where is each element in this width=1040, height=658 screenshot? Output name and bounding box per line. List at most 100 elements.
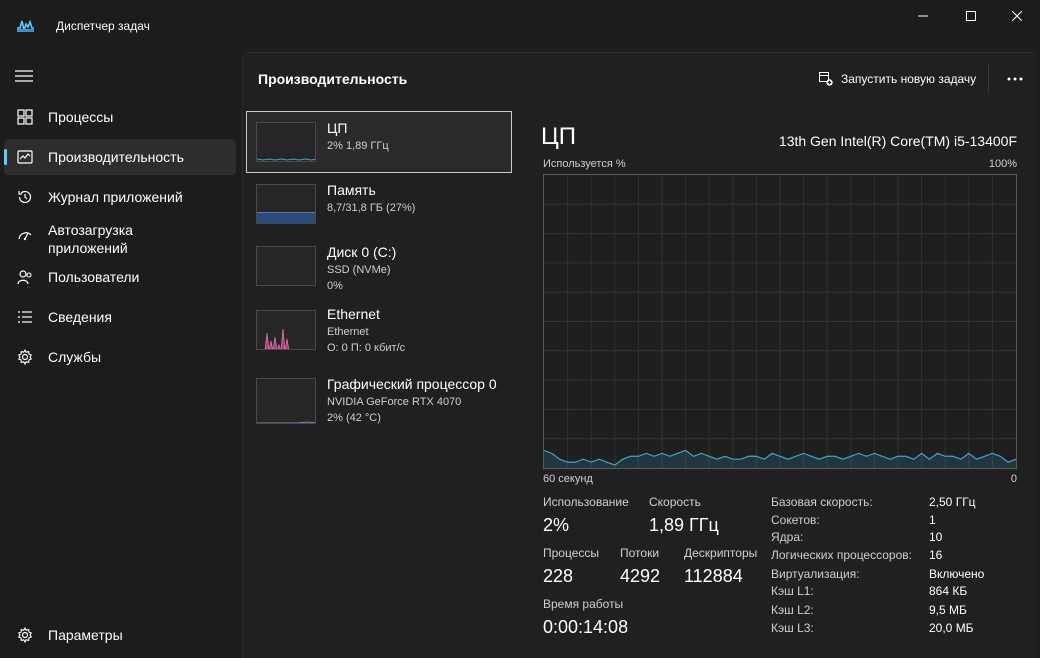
sidebar-item-users[interactable]: Пользователи [4, 259, 236, 295]
close-button[interactable] [994, 0, 1040, 32]
memory-thumbnail-graph [256, 184, 316, 224]
resource-subtitle-2: 2% (42 °C) [327, 412, 381, 424]
new-task-icon [819, 72, 833, 86]
resource-subtitle: 2% 1,89 ГГц [327, 140, 389, 152]
sidebar-item-settings[interactable]: Параметры [4, 617, 236, 653]
resource-cpu[interactable]: ЦП 2% 1,89 ГГц [246, 111, 512, 173]
processes-icon [17, 109, 33, 125]
more-dots-icon [1007, 77, 1023, 81]
spec-value: 16 [929, 548, 943, 562]
speed-value: 1,89 ГГц [649, 515, 719, 535]
maximize-button[interactable] [948, 0, 994, 32]
resource-name: Память [327, 182, 376, 198]
disk-thumbnail-graph [256, 246, 316, 286]
page-title: Производительность [258, 71, 408, 87]
more-options-button[interactable] [1000, 67, 1030, 91]
resource-memory[interactable]: Память 8,7/31,8 ГБ (27%) [246, 173, 512, 235]
hamburger-menu-icon[interactable] [15, 70, 33, 82]
spec-key: Базовая скорость: [771, 495, 873, 509]
cpu-model: 13th Gen Intel(R) Core(TM) i5-13400F [778, 133, 1017, 149]
history-icon [17, 189, 33, 205]
spec-value: Включено [929, 567, 985, 581]
sidebar-item-label: Автозагрузка приложений [48, 222, 133, 256]
app-title: Диспетчер задач [56, 19, 150, 33]
sidebar-item-label: Параметры [48, 627, 123, 643]
sidebar-item-app-history[interactable]: Журнал приложений [4, 179, 236, 215]
usage-value: 2% [543, 515, 570, 535]
resource-name: Диск 0 (C:) [327, 244, 397, 260]
users-icon [17, 269, 33, 285]
run-new-task-label: Запустить новую задачу [841, 72, 977, 86]
spec-value: 864 КБ [929, 584, 968, 598]
sidebar: Процессы Производительность Журнал прило… [0, 52, 242, 658]
sidebar-item-label: Журнал приложений [48, 189, 183, 205]
ethernet-thumbnail-graph [256, 310, 316, 350]
graph-y-max: 100% [988, 158, 1017, 170]
startup-icon [17, 227, 33, 243]
cpu-thumbnail-graph [256, 122, 316, 162]
processes-label: Процессы [543, 546, 600, 560]
resource-subtitle: NVIDIA GeForce RTX 4070 [327, 396, 462, 408]
resource-subtitle: SSD (NVMe) [327, 264, 391, 276]
title-bar: Диспетчер задач [0, 0, 1040, 52]
cpu-usage-chart [543, 175, 1017, 468]
spec-key: Кэш L2: [771, 603, 814, 617]
spec-key: Кэш L3: [771, 621, 814, 635]
spec-key: Сокетов: [771, 513, 820, 527]
graph-y-label: Используется % [543, 158, 626, 170]
resource-subtitle-2: 0% [327, 280, 343, 292]
maximize-icon [966, 11, 976, 21]
spec-value: 10 [929, 530, 943, 544]
sidebar-item-services[interactable]: Службы [4, 339, 236, 375]
usage-label: Использование [543, 495, 629, 509]
sidebar-item-details[interactable]: Сведения [4, 299, 236, 335]
gpu-thumbnail-graph [256, 378, 316, 424]
spec-value: 2,50 ГГц [929, 495, 976, 509]
spec-value: 20,0 МБ [929, 621, 974, 635]
sidebar-item-label: Пользователи [48, 269, 140, 285]
details-icon [17, 309, 33, 325]
main-panel: Производительность Запустить новую задач… [242, 52, 1036, 658]
resource-subtitle: 8,7/31,8 ГБ (27%) [327, 202, 416, 214]
header-separator [988, 63, 989, 93]
active-indicator [4, 149, 7, 165]
uptime-value: 0:00:14:08 [543, 617, 629, 637]
resource-ethernet[interactable]: Ethernet Ethernet О: 0 П: 0 кбит/с [246, 297, 512, 363]
sidebar-item-label: Службы [48, 349, 102, 365]
spec-key: Виртуализация: [771, 567, 860, 581]
sidebar-item-performance[interactable]: Производительность [4, 139, 236, 175]
minimize-button[interactable] [900, 0, 946, 32]
detail-title: ЦП [541, 123, 577, 150]
resource-name: ЦП [327, 120, 348, 136]
resource-subtitle-2: О: 0 П: 0 кбит/с [327, 342, 406, 354]
spec-value: 1 [929, 513, 936, 527]
speed-label: Скорость [649, 495, 701, 509]
sidebar-item-label: Производительность [48, 149, 184, 165]
settings-gear-icon [17, 627, 33, 643]
graph-grid [544, 175, 1016, 468]
services-icon [17, 349, 33, 365]
handles-value: 112884 [684, 566, 743, 586]
threads-label: Потоки [620, 546, 660, 560]
processes-value: 228 [543, 566, 574, 586]
sidebar-item-processes[interactable]: Процессы [4, 99, 236, 135]
resource-name: Графический процессор 0 [327, 376, 497, 392]
cpu-usage-graph [543, 174, 1017, 469]
minimize-icon [918, 15, 928, 17]
spec-key: Логических процессоров: [771, 548, 912, 562]
resource-subtitle: Ethernet [327, 326, 369, 338]
performance-icon [17, 149, 33, 165]
run-new-task-button[interactable]: Запустить новую задачу [819, 69, 976, 89]
uptime-label: Время работы [543, 597, 624, 611]
spec-key: Ядра: [771, 530, 804, 544]
graph-x-left-label: 60 секунд [543, 473, 593, 485]
threads-value: 4292 [620, 566, 661, 586]
spec-value: 9,5 МБ [929, 603, 967, 617]
resource-gpu[interactable]: Графический процессор 0 NVIDIA GeForce R… [246, 367, 512, 433]
task-manager-app-icon [17, 18, 34, 32]
resource-disk[interactable]: Диск 0 (C:) SSD (NVMe) 0% [246, 235, 512, 297]
resource-name: Ethernet [327, 306, 380, 322]
close-icon [1012, 11, 1022, 21]
spec-key: Кэш L1: [771, 584, 814, 598]
graph-x-right-label: 0 [1010, 473, 1017, 485]
